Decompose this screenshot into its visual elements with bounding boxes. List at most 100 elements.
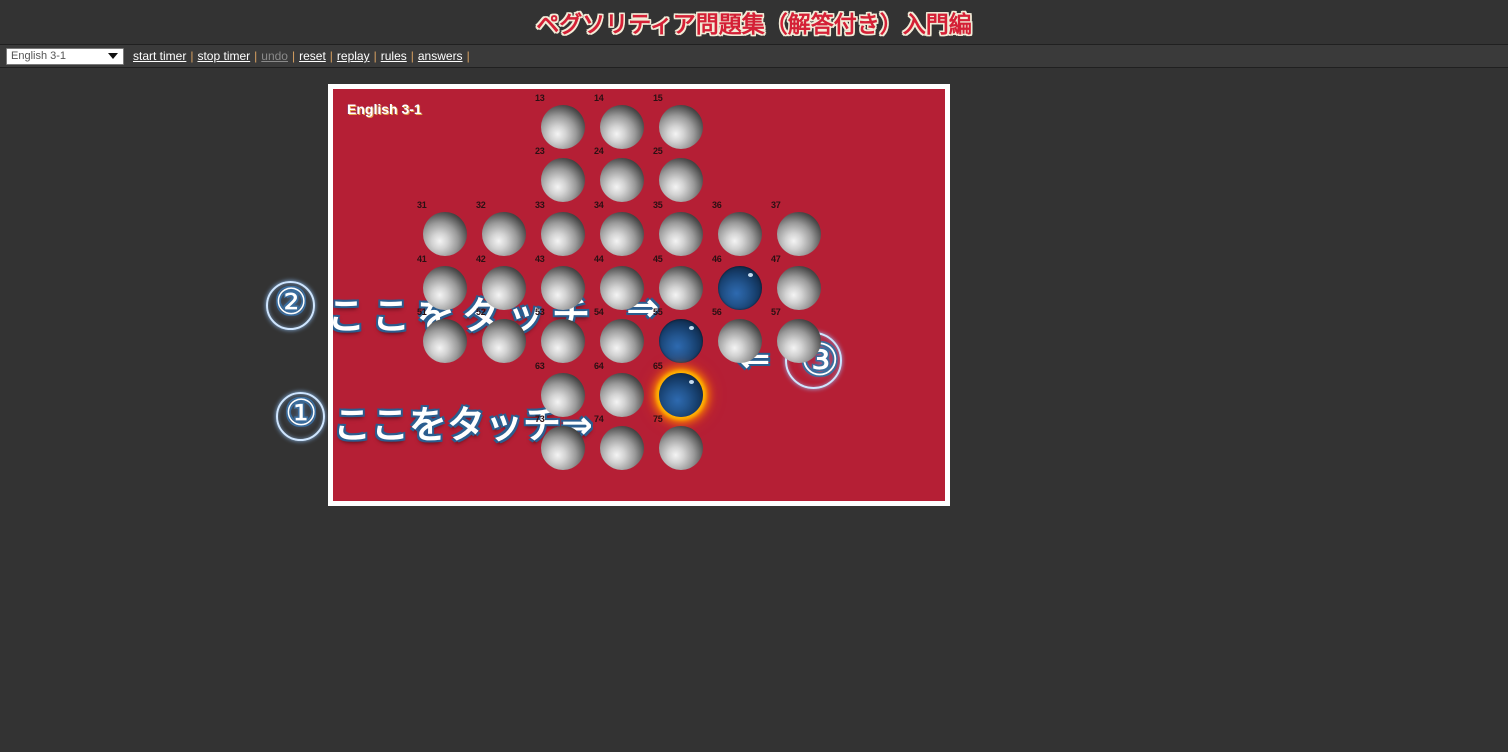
empty-hole-icon [600,319,644,364]
page-title: ペグソリティア問題集（解答付き）入門編 [536,11,972,37]
empty-hole-icon [777,265,821,310]
board-cell-36[interactable]: 36 [712,200,762,256]
board-cell-46[interactable]: 46 [712,254,762,310]
empty-hole-icon [600,104,644,149]
toolbar-separator: | [466,49,470,63]
empty-hole-icon [600,265,644,310]
cell-label: 31 [417,200,427,210]
empty-hole-icon [659,158,703,203]
empty-hole-icon [659,212,703,256]
toolbar-links: start timer | stop timer | undo | reset | replay… [131,49,472,63]
cell-label: 32 [476,200,486,210]
toolbar-link-start-timer[interactable]: start timer [133,49,186,63]
peg-solitaire-board[interactable]: English 3-1 ここをタッチ ⇒ ⇐ ③ ここをタッチ⇒ 13 14 15 2… [333,89,945,501]
cell-label: 65 [653,360,663,371]
cell-label: 45 [653,253,663,264]
empty-hole-icon [718,319,762,364]
board-cell-63[interactable]: 63 [535,361,585,417]
empty-hole-icon [423,212,467,256]
board-cell-47[interactable]: 47 [771,254,821,310]
board-cell-64[interactable]: 64 [594,361,644,417]
board-cell-34[interactable]: 34 [594,200,644,256]
cell-label: 74 [594,414,604,425]
toolbar-link-replay[interactable]: replay [337,49,370,63]
empty-hole-icon [541,104,585,149]
board-cell-45[interactable]: 45 [653,254,703,310]
board-cell-74[interactable]: 74 [594,414,644,471]
board-cell-32[interactable]: 32 [476,200,526,256]
board-cell-73[interactable]: 73 [535,414,585,471]
annotation-step1-marker: ① [285,393,318,434]
board-cell-51[interactable]: 51 [417,307,467,364]
empty-hole-icon [777,212,821,256]
board-cell-57[interactable]: 57 [771,307,821,364]
peg-icon [718,265,762,310]
board-frame: English 3-1 ここをタッチ ⇒ ⇐ ③ ここをタッチ⇒ 13 14 15 2… [328,84,950,506]
empty-hole-icon [718,212,762,256]
board-cell-44[interactable]: 44 [594,254,644,310]
board-cell-42[interactable]: 42 [476,254,526,310]
cell-label: 55 [653,307,663,318]
toolbar-link-answers[interactable]: answers [418,49,463,63]
cell-label: 63 [535,360,545,371]
cell-label: 35 [653,200,663,210]
cell-label: 75 [653,414,663,425]
toolbar-separator: | [410,49,414,63]
cell-label: 13 [535,92,545,103]
toolbar: English 3-1 start timer | stop timer | undo |… [0,44,1508,68]
board-cell-25[interactable]: 25 [653,146,703,203]
board-cell-75[interactable]: 75 [653,414,703,471]
board-cell-54[interactable]: 54 [594,307,644,364]
cell-label: 46 [712,253,722,264]
board-cell-33[interactable]: 33 [535,200,585,256]
cell-label: 54 [594,307,604,318]
empty-hole-icon [541,426,585,471]
board-cell-13[interactable]: 13 [535,93,585,149]
peg-icon [659,319,703,364]
empty-hole-icon [541,265,585,310]
empty-hole-icon [482,265,526,310]
cell-label: 23 [535,146,545,157]
board-cell-35[interactable]: 35 [653,200,703,256]
board-cell-65[interactable]: 65 [653,361,703,417]
toolbar-link-undo: undo [261,49,288,63]
board-cell-23[interactable]: 23 [535,146,585,203]
board-cell-52[interactable]: 52 [476,307,526,364]
board-cell-37[interactable]: 37 [771,200,821,256]
toolbar-separator: | [373,49,377,63]
toolbar-link-rules[interactable]: rules [381,49,407,63]
title-bar: ペグソリティア問題集（解答付き）入門編 [0,0,1508,44]
empty-hole-icon [541,319,585,364]
cell-label: 34 [594,200,604,210]
empty-hole-icon [482,212,526,256]
cell-label: 51 [417,307,427,318]
board-cell-14[interactable]: 14 [594,93,644,149]
board-cell-56[interactable]: 56 [712,307,762,364]
annotation-step2-marker: ② [275,282,308,323]
peg-highlight-icon [689,379,694,384]
board-cell-31[interactable]: 31 [417,200,467,256]
empty-hole-icon [600,212,644,256]
board-cell-41[interactable]: 41 [417,254,467,310]
board-cell-15[interactable]: 15 [653,93,703,149]
toolbar-separator: | [190,49,194,63]
cell-label: 15 [653,92,663,103]
cell-label: 24 [594,146,604,157]
toolbar-link-stop-timer[interactable]: stop timer [197,49,250,63]
board-cell-24[interactable]: 24 [594,146,644,203]
cell-label: 36 [712,200,722,210]
selected-peg-icon [659,372,703,417]
board-cell-43[interactable]: 43 [535,254,585,310]
problem-select[interactable]: English 3-1 [6,47,124,65]
empty-hole-icon [659,104,703,149]
empty-hole-icon [423,319,467,364]
board-cell-55[interactable]: 55 [653,307,703,364]
toolbar-link-reset[interactable]: reset [299,49,326,63]
cell-label: 14 [594,92,604,103]
empty-hole-icon [482,319,526,364]
empty-hole-icon [541,372,585,417]
cell-label: 73 [535,414,545,425]
peg-highlight-icon [689,326,694,331]
empty-hole-icon [777,319,821,364]
board-cell-53[interactable]: 53 [535,307,585,364]
